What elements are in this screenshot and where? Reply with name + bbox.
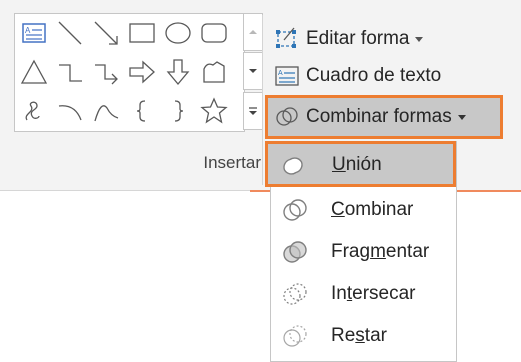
- combine-icon: [280, 196, 310, 226]
- menu-item-combine[interactable]: Combinar: [271, 189, 456, 231]
- rectangle-shape-icon[interactable]: [127, 18, 157, 48]
- merge-shapes-label: Combinar formas: [306, 106, 452, 127]
- menu-item-label: Combinar: [331, 199, 414, 220]
- union-icon: [278, 151, 308, 181]
- chevron-down-icon: [415, 35, 424, 43]
- menu-item-fragment[interactable]: Fragmentar: [271, 231, 456, 273]
- fragment-icon: [280, 238, 310, 268]
- right-arrow-shape-icon[interactable]: [127, 57, 157, 87]
- merge-shapes-icon: [274, 104, 300, 130]
- line-shape-icon[interactable]: [55, 18, 85, 48]
- insert-group-label: Insertar: [203, 153, 261, 172]
- gallery-scroll-down-button[interactable]: [243, 52, 263, 90]
- merge-shapes-button[interactable]: Combinar formas: [274, 100, 466, 134]
- svg-text:A: A: [25, 26, 31, 35]
- intersect-icon: [280, 280, 310, 310]
- svg-text:A: A: [278, 70, 283, 77]
- freeform-shape-icon[interactable]: [199, 57, 229, 87]
- text-box-label: Cuadro de texto: [306, 65, 442, 86]
- down-arrow-shape-icon[interactable]: [163, 57, 193, 87]
- menu-item-label: Fragmentar: [331, 241, 430, 262]
- subtract-icon: [280, 322, 310, 352]
- more-icon: [249, 107, 257, 115]
- menu-item-subtract[interactable]: Restar: [271, 315, 456, 357]
- star-shape-icon[interactable]: [199, 96, 229, 126]
- menu-item-union[interactable]: Unión: [265, 141, 456, 187]
- elbow-arrow-connector-shape-icon[interactable]: [91, 57, 121, 87]
- right-brace-shape-icon[interactable]: [163, 96, 193, 126]
- gallery-more-button[interactable]: [243, 92, 263, 130]
- union-item-row: Unión: [268, 144, 453, 186]
- oval-shape-icon[interactable]: [163, 18, 193, 48]
- menu-item-intersect[interactable]: Intersecar: [271, 273, 456, 315]
- edit-shape-label: Editar forma: [306, 28, 410, 49]
- rounded-rectangle-shape-icon[interactable]: [199, 18, 229, 48]
- group-separator: [262, 15, 263, 185]
- shapes-gallery[interactable]: A: [14, 13, 245, 132]
- scribble-shape-icon[interactable]: [19, 96, 49, 126]
- menu-item-label: Unión: [332, 154, 382, 175]
- triangle-up-icon: [249, 30, 257, 34]
- left-brace-shape-icon[interactable]: [127, 96, 157, 126]
- text-box-button[interactable]: A Cuadro de texto: [274, 59, 441, 93]
- text-box-icon: A: [274, 63, 300, 89]
- text-box-shape-icon[interactable]: A: [19, 18, 49, 48]
- menu-item-label: Restar: [331, 325, 387, 346]
- edit-shape-button[interactable]: Editar forma: [274, 22, 424, 56]
- gallery-scroll-up-button[interactable]: [243, 13, 263, 51]
- triangle-down-icon: [249, 69, 257, 73]
- arc-shape-icon[interactable]: [55, 96, 85, 126]
- triangle-shape-icon[interactable]: [19, 57, 49, 87]
- edit-shape-icon: [274, 26, 300, 52]
- menu-item-label: Intersecar: [331, 283, 416, 304]
- elbow-connector-shape-icon[interactable]: [55, 57, 85, 87]
- chevron-down-icon: [457, 113, 466, 121]
- arrow-line-shape-icon[interactable]: [91, 18, 121, 48]
- curve-shape-icon[interactable]: [91, 96, 121, 126]
